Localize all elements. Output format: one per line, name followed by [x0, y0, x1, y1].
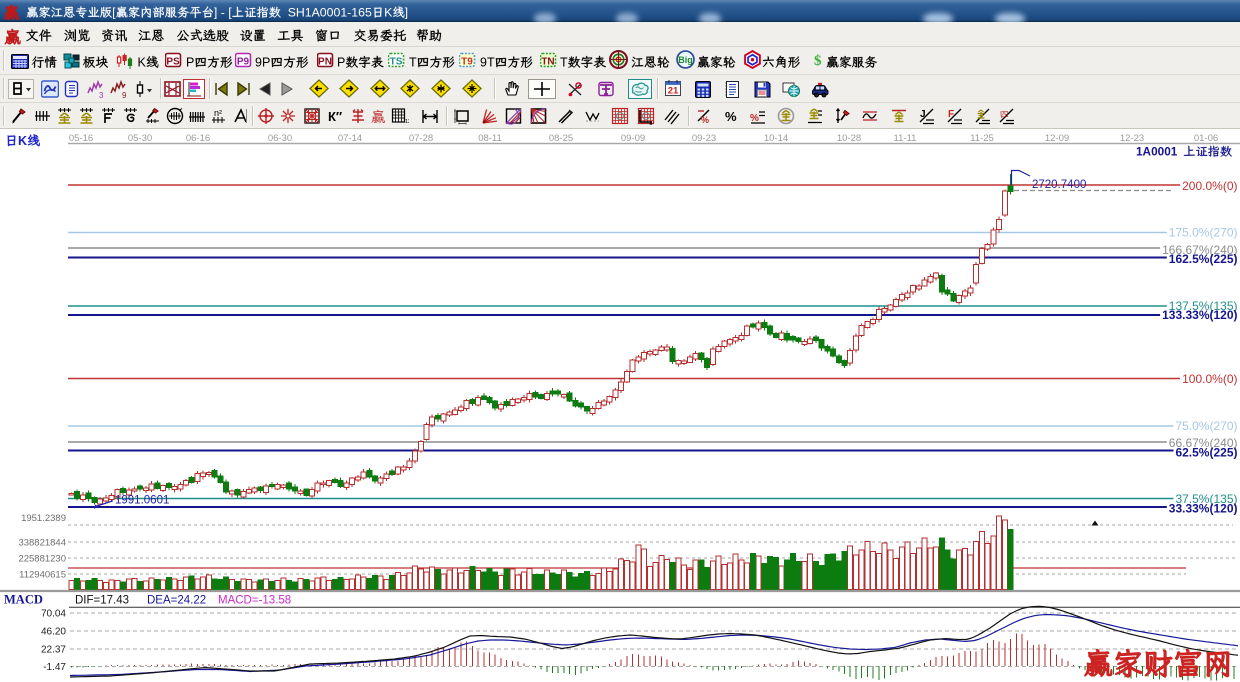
svg-text:PS: PS — [166, 57, 180, 68]
svg-text:]: ] — [214, 6, 217, 20]
svg-text:K: K — [138, 56, 147, 70]
svg-text:TN: TN — [541, 57, 554, 68]
svg-text:SH1A0001-165: SH1A0001-165 — [288, 6, 372, 20]
svg-text:]: ] — [405, 6, 408, 20]
svg-text:T: T — [409, 56, 417, 70]
svg-text:MACD: MACD — [4, 593, 43, 607]
svg-text:PN: PN — [318, 57, 332, 68]
svg-text:K: K — [384, 6, 393, 20]
svg-text:K: K — [18, 134, 27, 148]
svg-text:9T: 9T — [480, 56, 495, 70]
svg-text:T9: T9 — [461, 57, 473, 68]
svg-text:-: - — [221, 6, 225, 20]
svg-text:T: T — [560, 56, 568, 70]
svg-text:Big: Big — [678, 55, 692, 65]
svg-text:9P: 9P — [255, 56, 270, 70]
svg-text:[: [ — [228, 6, 232, 20]
svg-text:1A0001: 1A0001 — [1136, 145, 1178, 159]
svg-text:P: P — [337, 56, 345, 70]
svg-text:P: P — [186, 56, 194, 70]
svg-text:$: $ — [814, 53, 822, 69]
svg-text:[: [ — [112, 6, 116, 20]
svg-text:TS: TS — [390, 57, 403, 68]
svg-text:P9: P9 — [237, 57, 250, 68]
